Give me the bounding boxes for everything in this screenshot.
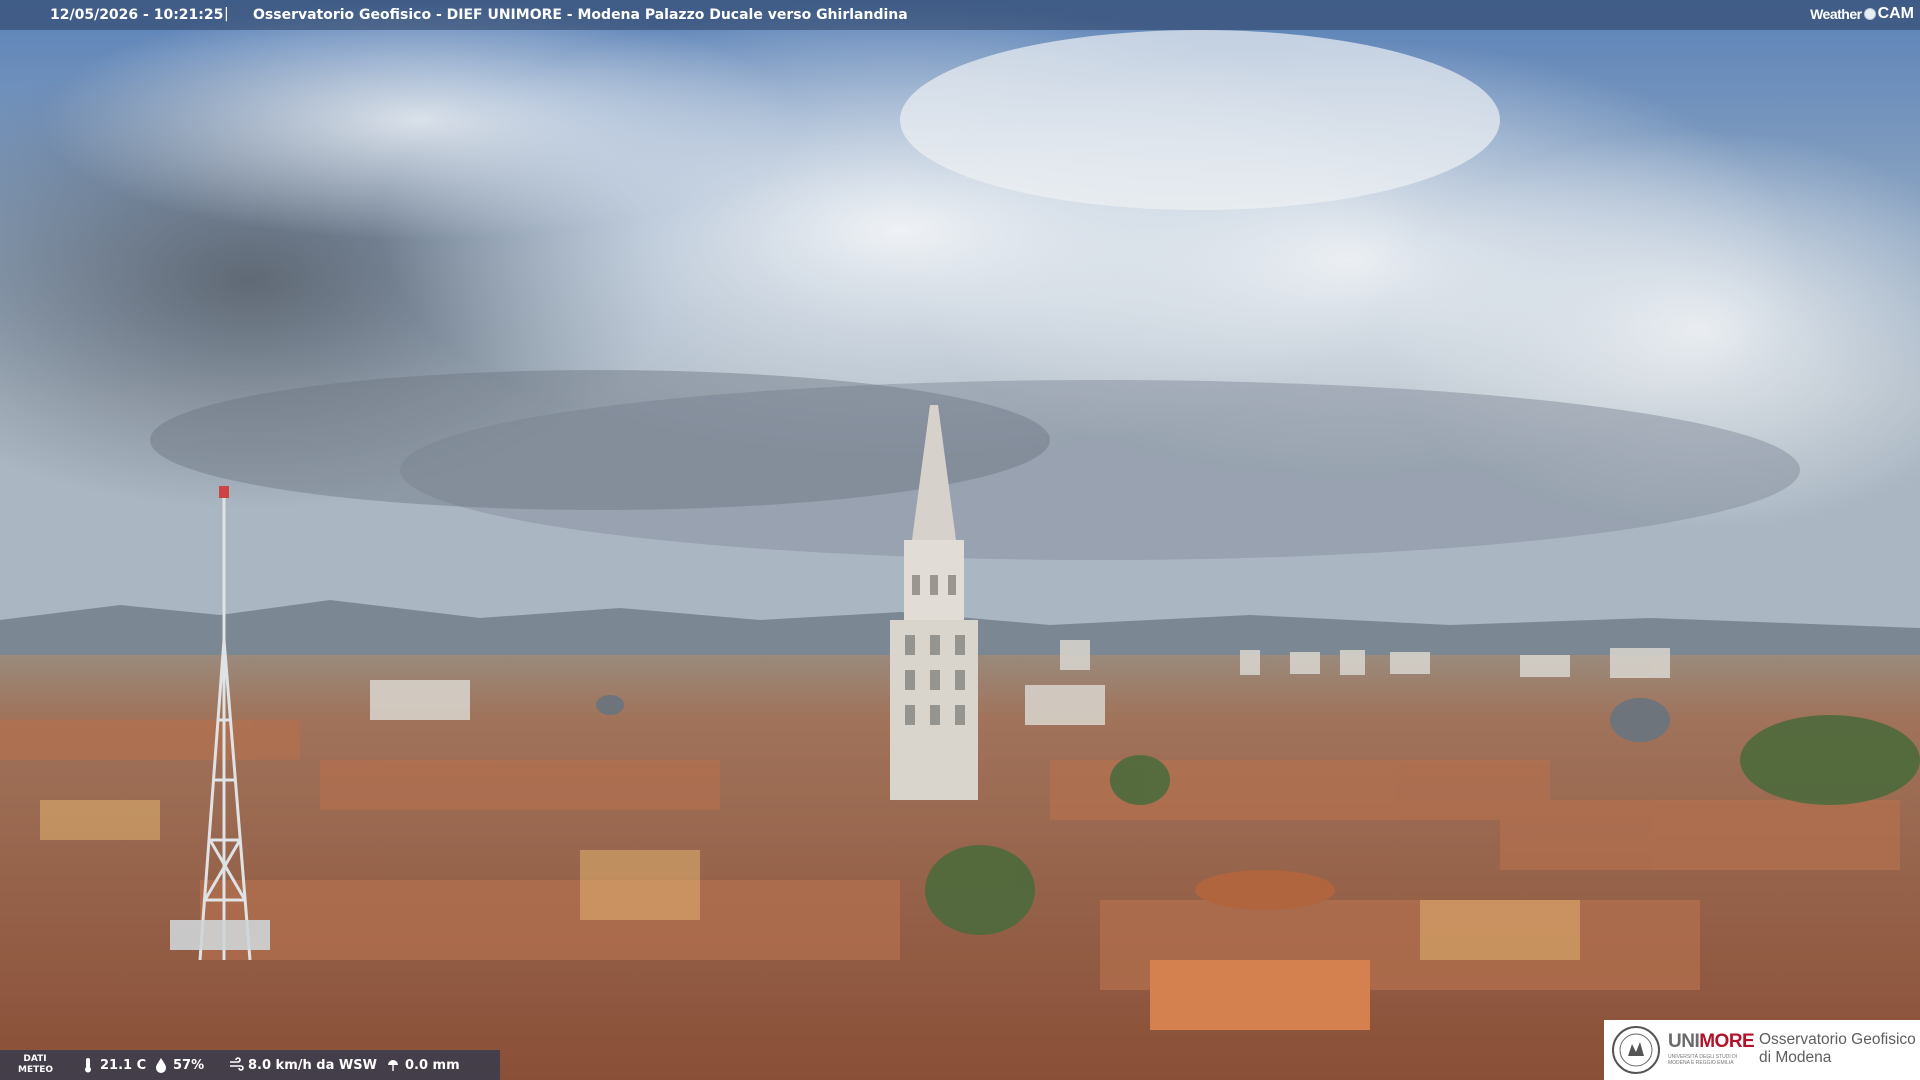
rain-value: 0.0 mm <box>405 1057 460 1073</box>
logo-word-cam: CAM <box>1877 5 1914 22</box>
rain-icon <box>388 1060 398 1071</box>
unimore-logo-box[interactable]: UNIMORE UNIVERSITÀ DEGLI STUDI DI MODENA… <box>1604 1020 1920 1080</box>
weathercam-logo[interactable]: Weather CAM <box>1810 3 1914 25</box>
wind-icon <box>230 1057 244 1071</box>
timestamp: 12/05/2026 - 10:21:25 <box>50 7 224 23</box>
humidity-value: 57% <box>173 1057 205 1073</box>
logo-word-weather: Weather <box>1810 6 1862 22</box>
temperature-reading: 21.1 C <box>80 1050 146 1080</box>
thermometer-icon <box>85 1058 91 1073</box>
unimore-wordmark: UNIMORE <box>1668 1031 1755 1053</box>
webcam-scene <box>0 0 1920 1080</box>
wind-reading: 8.0 km/h da WSW <box>228 1050 377 1080</box>
observatory-line-1: Osservatorio Geofisico <box>1759 1031 1916 1048</box>
globe-icon <box>1863 8 1876 20</box>
wordmark-uni: UNI <box>1668 1031 1700 1052</box>
temperature-value: 21.1 C <box>100 1057 147 1073</box>
wind-value: 8.0 km/h da WSW <box>248 1057 377 1073</box>
meteo-data-bar: DATI METEO 21.1 C 57% 8.0 km/h da WSW 0.… <box>0 1050 500 1080</box>
meteo-label: DATI METEO <box>18 1054 54 1075</box>
wordmark-more: MORE <box>1699 1031 1755 1052</box>
university-seal-icon <box>1612 1026 1660 1074</box>
observatory-name: Osservatorio Geofisico di Modena <box>1759 1031 1916 1067</box>
university-subtitle: UNIVERSITÀ DEGLI STUDI DI MODENA E REGGI… <box>1668 1054 1738 1066</box>
camera-title: Osservatorio Geofisico - DIEF UNIMORE - … <box>253 7 908 23</box>
webcam-info-bar: 12/05/2026 - 10:21:25 | Osservatorio Geo… <box>0 0 1920 30</box>
separator: | <box>224 6 229 22</box>
rain-reading: 0.0 mm <box>385 1050 460 1080</box>
observatory-line-2: di Modena <box>1759 1049 1832 1066</box>
humidity-icon <box>156 1058 166 1073</box>
humidity-reading: 57% <box>153 1050 204 1080</box>
